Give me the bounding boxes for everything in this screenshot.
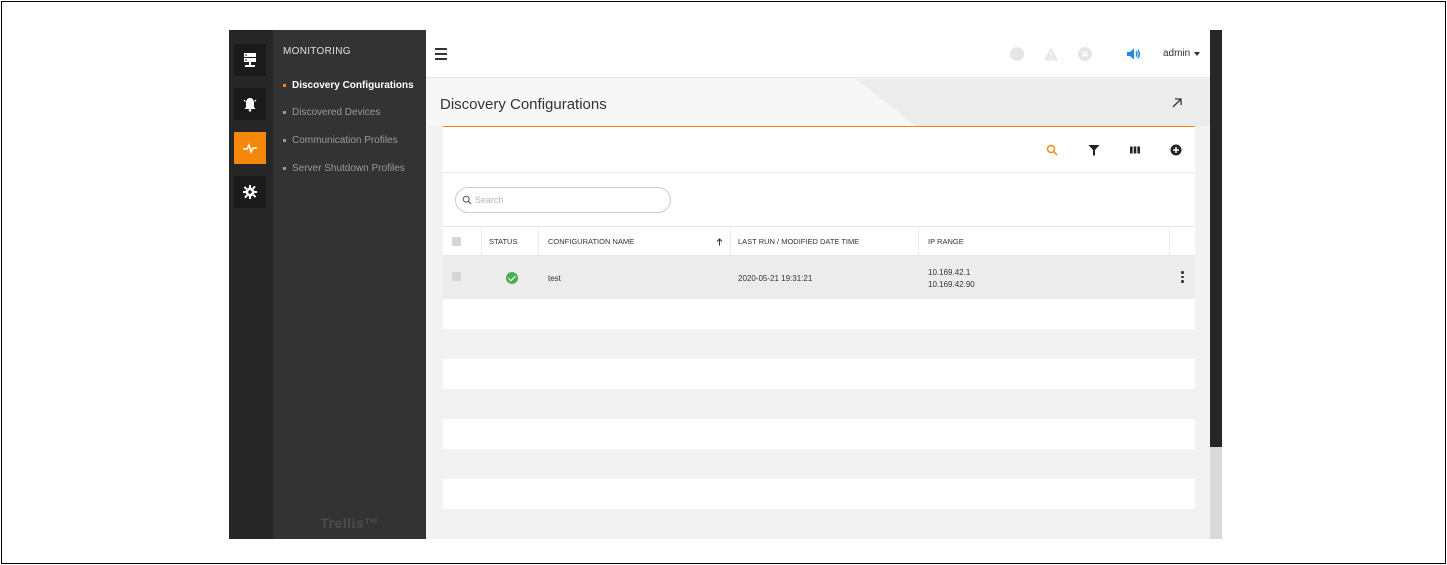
- empty-row: [443, 359, 1195, 389]
- nav-item-label: Communication Profiles: [292, 135, 398, 146]
- error-status-icon[interactable]: [1077, 46, 1093, 62]
- top-bar: admin: [426, 30, 1210, 78]
- row-actions-kebab-icon[interactable]: [1181, 271, 1185, 285]
- empty-row: [443, 449, 1195, 479]
- pulse-icon: [243, 142, 257, 155]
- server-icon: [244, 53, 256, 67]
- ip-range-end: 10.169.42.90: [928, 280, 975, 289]
- nav-item-server-shutdown-profiles[interactable]: Server Shutdown Profiles: [283, 163, 405, 174]
- expand-arrow-icon[interactable]: [1171, 97, 1183, 109]
- page-title: Discovery Configurations: [440, 96, 607, 113]
- chevron-down-icon: [1194, 51, 1201, 56]
- monitoring-nav: MONITORING Discovery Configurations Disc…: [273, 30, 426, 539]
- header-decoration: [856, 79, 916, 126]
- nav-bullet: [283, 111, 286, 114]
- alarm-bell-icon: [243, 98, 257, 112]
- ip-range-start: 10.169.42.1: [928, 268, 971, 277]
- user-name: admin: [1163, 48, 1191, 59]
- warning-status-icon[interactable]: [1043, 46, 1059, 62]
- rail-settings-button[interactable]: [234, 176, 266, 208]
- nav-bullet: [283, 139, 286, 142]
- empty-row: [443, 329, 1195, 359]
- rail-server-button[interactable]: [234, 44, 266, 76]
- configurations-table: STATUS CONFIGURATION NAME LAST RUN / MOD…: [443, 226, 1195, 539]
- nav-item-discovered-devices[interactable]: Discovered Devices: [283, 107, 380, 118]
- empty-row: [443, 299, 1195, 329]
- scrollbar-thumb[interactable]: [1210, 30, 1222, 447]
- grid-toolbar: [443, 127, 1195, 173]
- search-field[interactable]: [455, 187, 671, 213]
- column-header-status[interactable]: STATUS: [489, 237, 517, 246]
- content-header: Discovery Configurations: [426, 79, 1210, 126]
- nav-item-label: Server Shutdown Profiles: [292, 163, 405, 174]
- filter-icon[interactable]: [1088, 144, 1100, 156]
- nav-item-discovery-configurations[interactable]: Discovery Configurations: [283, 80, 414, 91]
- column-header-configuration-name[interactable]: CONFIGURATION NAME: [548, 237, 634, 246]
- hamburger-menu-icon[interactable]: [435, 48, 447, 60]
- table-row[interactable]: test 2020-05-21 19:31:21 10.169.42.1 10.…: [443, 256, 1195, 299]
- info-status-icon[interactable]: [1009, 46, 1025, 62]
- brand-logo: Trellis™: [320, 515, 379, 531]
- configuration-name[interactable]: test: [548, 274, 561, 283]
- rail-alarms-button[interactable]: [234, 88, 266, 120]
- nav-bullet: [283, 84, 286, 87]
- nav-item-communication-profiles[interactable]: Communication Profiles: [283, 135, 398, 146]
- empty-row: [443, 419, 1195, 449]
- sort-ascending-icon[interactable]: [716, 238, 723, 246]
- status-ok-icon: [506, 272, 518, 284]
- select-all-checkbox[interactable]: [452, 237, 461, 246]
- table-header-row: STATUS CONFIGURATION NAME LAST RUN / MOD…: [443, 226, 1195, 257]
- empty-row: [443, 479, 1195, 509]
- search-icon[interactable]: [1046, 144, 1058, 156]
- add-icon[interactable]: [1170, 144, 1182, 156]
- gear-icon: [243, 185, 257, 199]
- empty-row: [443, 389, 1195, 419]
- search-icon: [462, 195, 472, 205]
- last-run-datetime: 2020-05-21 19:31:21: [738, 274, 813, 283]
- nav-heading: MONITORING: [283, 46, 351, 57]
- configurations-card: STATUS CONFIGURATION NAME LAST RUN / MOD…: [443, 126, 1195, 539]
- column-header-last-run[interactable]: LAST RUN / MODIFIED DATE TIME: [738, 237, 859, 246]
- nav-item-label: Discovery Configurations: [292, 80, 414, 91]
- user-menu[interactable]: admin: [1163, 48, 1201, 59]
- speaker-icon[interactable]: [1125, 46, 1141, 62]
- nav-bullet: [283, 167, 286, 170]
- app-window: MONITORING Discovery Configurations Disc…: [229, 30, 1222, 539]
- rail-monitoring-button[interactable]: [234, 132, 266, 164]
- columns-icon[interactable]: [1129, 144, 1141, 156]
- column-header-ip-range[interactable]: IP RANGE: [928, 237, 964, 246]
- search-input[interactable]: [475, 195, 655, 205]
- row-checkbox[interactable]: [452, 272, 461, 281]
- empty-row: [443, 509, 1195, 539]
- header-decoration: [916, 79, 1210, 126]
- icon-rail: [229, 30, 273, 539]
- nav-item-label: Discovered Devices: [292, 107, 381, 118]
